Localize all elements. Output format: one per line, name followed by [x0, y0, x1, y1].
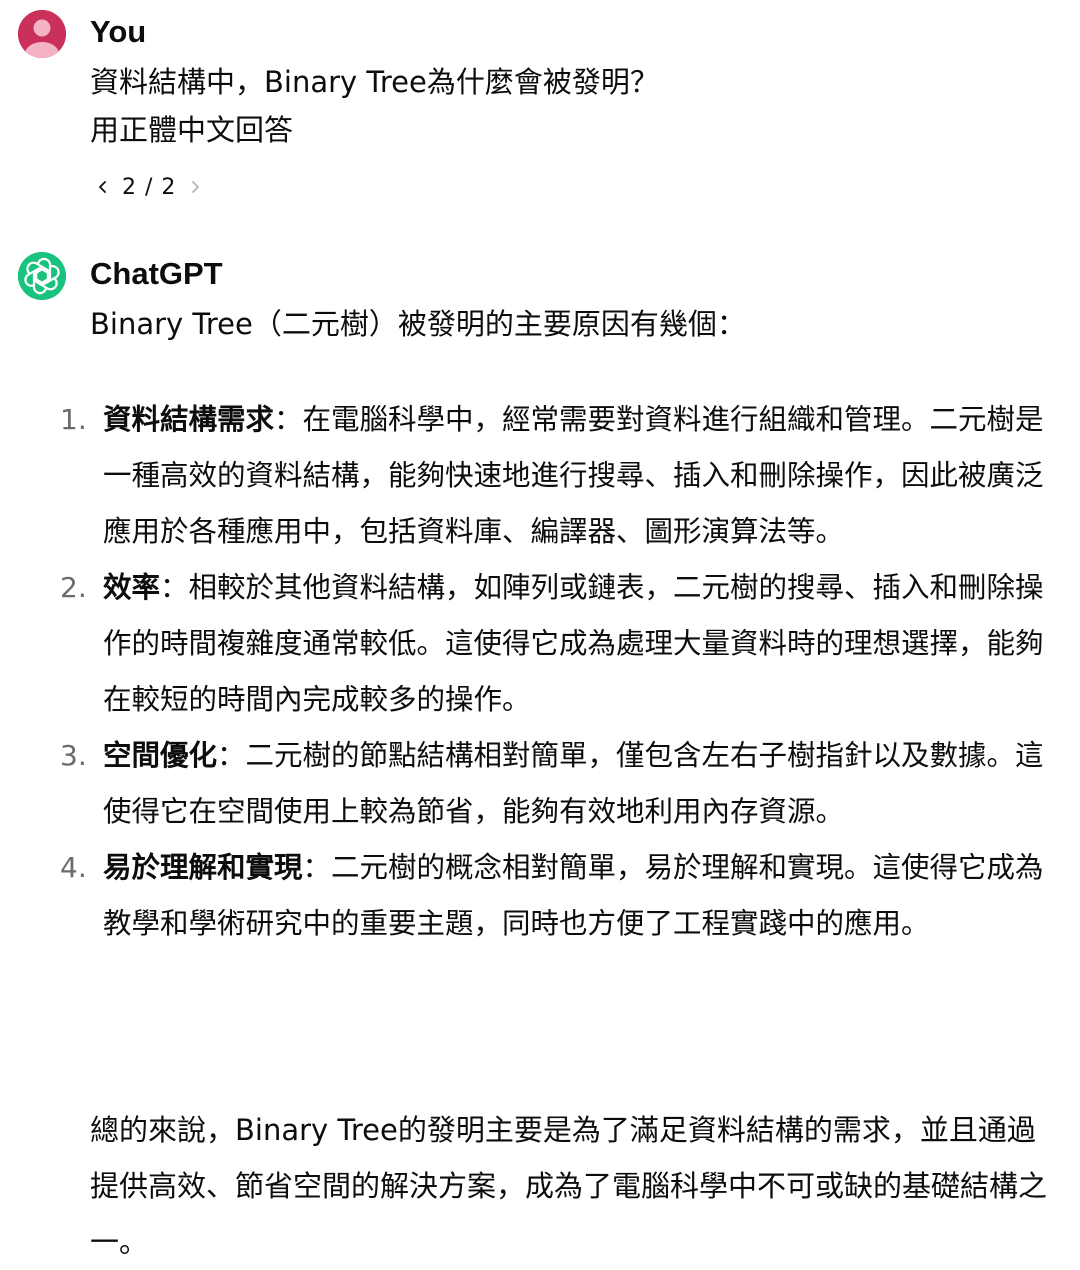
list-item-number: 3. [60, 739, 87, 772]
list-item-title: 空間優化 [103, 739, 218, 772]
list-item-title: 效率 [103, 571, 161, 604]
list-item-number: 2. [60, 571, 87, 604]
openai-logo-icon [18, 252, 66, 300]
list-item-title: 易於理解和實現 [103, 851, 303, 884]
list-item-text: ：相較於其他資料結構，如陣列或鏈表，二元樹的搜尋、插入和刪除操作的時間複雜度通常… [103, 571, 1044, 716]
list-item-title: 資料結構需求 [103, 403, 275, 436]
pager-count: 2 / 2 [122, 174, 177, 200]
assistant-intro: Binary Tree（二元樹）被發明的主要原因有幾個： [90, 307, 746, 341]
user-prompt: 資料結構中，Binary Tree為什麼會被發明？ 用正體中文回答 [90, 58, 659, 154]
chevron-left-icon [99, 181, 106, 193]
list-item: 4. 易於理解和實現：二元樹的概念相對簡單，易於理解和實現。這使得它成為教學和學術… [60, 840, 1062, 952]
list-item: 3. 空間優化：二元樹的節點結構相對簡單，僅包含左右子樹指針以及數據。這使得它在空… [60, 728, 1062, 840]
user-prompt-line: 資料結構中，Binary Tree為什麼會被發明？ [90, 65, 659, 99]
chevron-right-icon [192, 181, 200, 193]
list-item: 1. 資料結構需求：在電腦科學中，經常需要對資料進行組織和管理。二元樹是一種高效的… [60, 392, 1062, 560]
assistant-summary: 總的來說，Binary Tree的發明主要是為了滿足資料結構的需求，並且通過提供… [90, 1113, 1048, 1259]
user-author-name: You [90, 14, 147, 49]
list-item: 2. 效率：相較於其他資料結構，如陣列或鏈表，二元樹的搜尋、插入和刪除操作的時間複… [60, 560, 1062, 728]
list-item-number: 4. [60, 851, 87, 884]
assistant-author-name: ChatGPT [90, 256, 223, 291]
previous-response-button[interactable] [90, 170, 116, 204]
next-response-button[interactable] [182, 170, 208, 204]
user-prompt-line: 用正體中文回答 [90, 113, 294, 147]
response-pager: 2 / 2 [90, 170, 208, 204]
list-item-number: 1. [60, 403, 87, 436]
user-avatar-icon [18, 10, 66, 58]
list-item-text: ：二元樹的節點結構相對簡單，僅包含左右子樹指針以及數據。這使得它在空間使用上較為… [103, 739, 1044, 828]
reasons-list: 1. 資料結構需求：在電腦科學中，經常需要對資料進行組織和管理。二元樹是一種高效的… [60, 392, 1062, 952]
